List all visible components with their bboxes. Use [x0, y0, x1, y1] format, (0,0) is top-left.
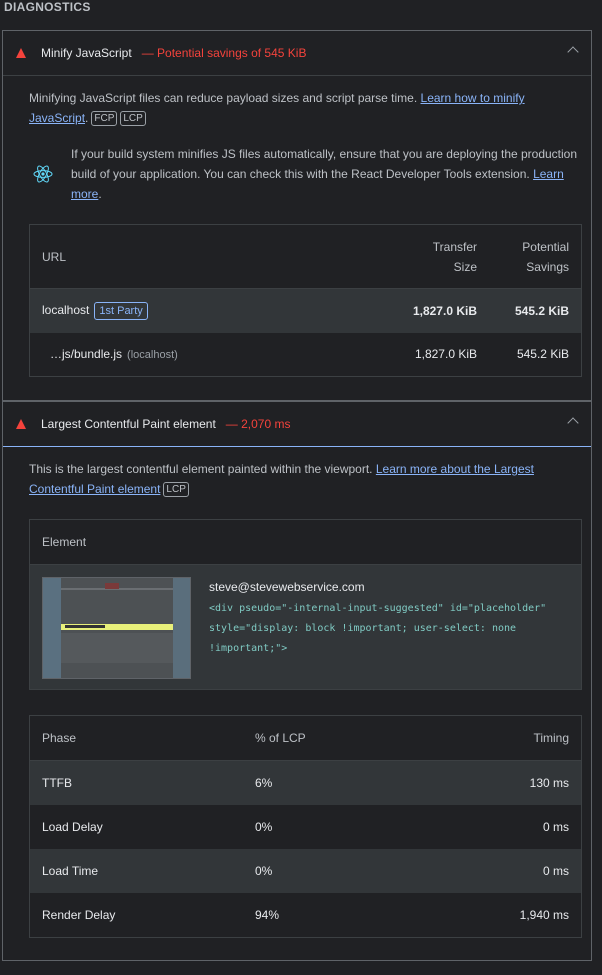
url-origin: (localhost) — [127, 349, 178, 362]
col-phase: Phase — [29, 715, 243, 761]
phase-timing: 0 ms — [542, 864, 569, 878]
audit-lcp-element: Largest Contentful Paint element — 2,070… — [2, 401, 592, 961]
phase-name: TTFB — [42, 776, 72, 790]
minify-details-table: URL Transfer Size Potential Savings loca… — [29, 224, 582, 377]
element-text: steve@stevewebservice.com <div pseudo="-… — [209, 579, 569, 659]
audit-header-lcp[interactable]: Largest Contentful Paint element — 2,070… — [3, 402, 591, 447]
table-row: TTFB 6% 130 ms — [29, 760, 582, 805]
row-url: …js/bundle.js (localhost) — [30, 333, 396, 377]
col-url: URL — [29, 224, 395, 289]
phase-timing: 0 ms — [542, 820, 569, 834]
phase-name: Load Delay — [42, 820, 103, 834]
element-snippet[interactable]: <div pseudo="-internal-input-suggested" … — [209, 599, 569, 659]
audit-timing: — 2,070 ms — [225, 417, 291, 431]
element-row: steve@stevewebservice.com <div pseudo="-… — [30, 565, 581, 689]
col-timing: Timing — [413, 715, 582, 761]
fail-triangle-icon — [16, 48, 26, 58]
table-row: localhost 1st Party 1,827.0 KiB 545.2 KiB — [29, 288, 582, 333]
element-screenshot-thumbnail[interactable] — [42, 577, 191, 679]
chevron-up-icon[interactable] — [567, 417, 579, 429]
table-row: Render Delay 94% 1,940 ms — [30, 893, 582, 938]
phase-pct: 6% — [255, 776, 273, 790]
fail-triangle-icon — [16, 419, 26, 429]
audit-description: This is the largest contentful element p… — [29, 459, 581, 499]
tag-lcp: LCP — [120, 111, 146, 126]
potential-savings-label: Potential Savings — [522, 239, 569, 274]
desc-period: . — [85, 111, 89, 125]
stack-text-body: If your build system minifies JS files a… — [71, 147, 578, 181]
element-label: steve@stevewebservice.com — [209, 580, 365, 594]
col-pct-lcp: % of LCP — [243, 715, 414, 761]
audit-title: Minify JavaScript — [41, 46, 132, 60]
first-party-badge: 1st Party — [94, 301, 148, 320]
row-savings: 545.2 KiB — [514, 303, 569, 318]
row-url: localhost 1st Party — [30, 289, 396, 333]
element-header: Element — [30, 520, 581, 565]
stack-pack-text: If your build system minifies JS files a… — [71, 144, 581, 204]
row-transfer: 1,827.0 KiB — [412, 303, 477, 318]
phase-timing: 1,940 ms — [519, 908, 569, 922]
description-text: Minifying JavaScript files can reduce pa… — [29, 91, 421, 105]
col-transfer-size: Transfer Size — [395, 224, 489, 289]
row-transfer: 1,827.0 KiB — [414, 347, 477, 362]
audit-title: Largest Contentful Paint element — [41, 417, 216, 431]
phase-name: Render Delay — [42, 908, 116, 922]
section-title: DIAGNOSTICS — [4, 0, 91, 14]
table-row: …js/bundle.js (localhost) 1,827.0 KiB 545… — [30, 333, 582, 377]
url-text[interactable]: …js/bundle.js — [50, 347, 122, 361]
phase-pct: 0% — [255, 864, 273, 878]
transfer-size-label: Transfer Size — [432, 239, 477, 274]
phase-name: Load Time — [42, 864, 99, 878]
audit-savings: — Potential savings of 545 KiB — [141, 46, 307, 60]
lcp-element-table: Element steve@stevewebservice.com <div p… — [29, 519, 582, 690]
table-row: Load Time 0% 0 ms — [29, 849, 582, 893]
phase-pct: 94% — [255, 908, 280, 922]
description-text: This is the largest contentful element p… — [29, 462, 376, 476]
audit-header-minify-js[interactable]: Minify JavaScript — Potential savings of… — [3, 31, 591, 76]
phase-timing: 130 ms — [529, 776, 569, 790]
chevron-up-icon[interactable] — [567, 46, 579, 58]
tag-lcp: LCP — [163, 482, 189, 497]
phase-pct: 0% — [255, 820, 273, 834]
audit-description: Minifying JavaScript files can reduce pa… — [29, 88, 581, 128]
audit-minify-javascript: Minify JavaScript — Potential savings of… — [2, 30, 592, 401]
row-savings: 545.2 KiB — [516, 347, 569, 362]
react-icon — [29, 144, 63, 204]
stack-text-end: . — [98, 187, 102, 201]
url-text: localhost — [42, 302, 90, 317]
lcp-phase-table: Phase % of LCP Timing TTFB 6% 130 ms Loa… — [29, 715, 582, 938]
stack-pack-react: If your build system minifies JS files a… — [29, 144, 581, 204]
tag-fcp: FCP — [91, 111, 118, 126]
col-potential-savings: Potential Savings — [489, 224, 582, 289]
table-row: Load Delay 0% 0 ms — [30, 805, 582, 849]
